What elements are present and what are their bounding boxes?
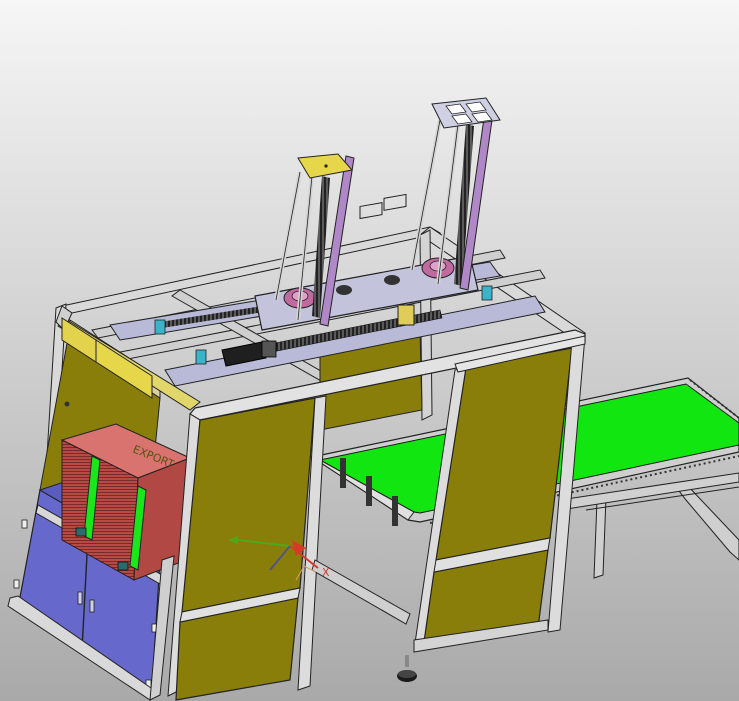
pusher-finger <box>392 496 398 526</box>
cabinet-handle <box>89 599 95 613</box>
cabinet-handle <box>77 591 83 605</box>
cad-viewport[interactable]: EXPORT X <box>0 0 739 701</box>
olive-side-panel <box>181 397 316 613</box>
triad-x-label: X <box>322 566 330 579</box>
pusher-finger <box>366 476 372 506</box>
pusher-finger <box>340 458 346 488</box>
cad-model-scene: EXPORT X <box>0 0 739 701</box>
